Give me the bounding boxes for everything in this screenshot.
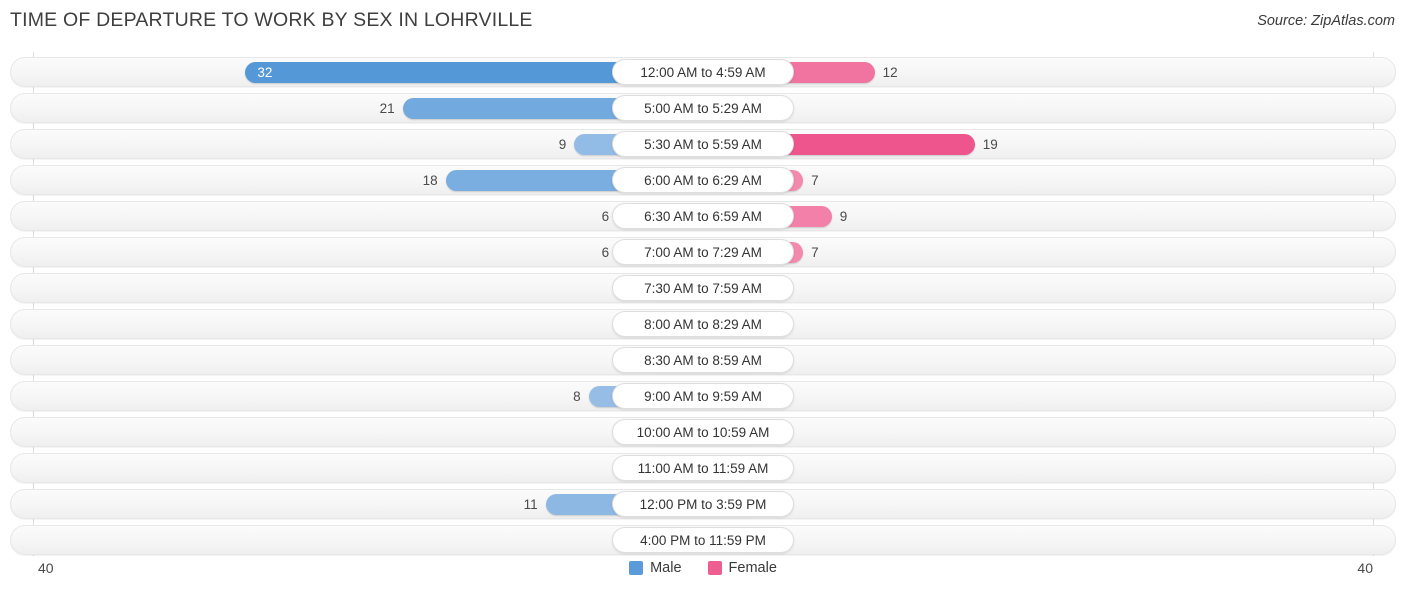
category-label[interactable]: 8:30 AM to 8:59 AM <box>612 347 794 373</box>
chart-container: TIME OF DEPARTURE TO WORK BY SEX IN LOHR… <box>0 0 1406 594</box>
value-label-male: 21 <box>379 101 395 116</box>
category-label[interactable]: 6:00 AM to 6:29 AM <box>612 167 794 193</box>
plot-area: 32 12 12:00 AM to 4:59 AM 2135:00 AM to 5:2… <box>0 52 1406 556</box>
chart-row: 027:30 AM to 7:59 AM <box>0 270 1406 306</box>
legend-item-male[interactable]: Male <box>629 560 682 576</box>
legend-swatch-female <box>707 561 722 575</box>
category-label[interactable]: 11:00 AM to 11:59 AM <box>612 455 794 481</box>
chart-row: 6 7 7:00 AM to 7:29 AM <box>0 234 1406 270</box>
value-label-male: 11 <box>523 497 538 512</box>
page-title: TIME OF DEPARTURE TO WORK BY SEX IN LOHR… <box>10 9 533 31</box>
chart-row: 6 9 6:30 AM to 6:59 AM <box>0 198 1406 234</box>
value-label-female: 9 <box>839 209 848 224</box>
legend-swatch-male <box>629 561 644 575</box>
legend-item-female[interactable]: Female <box>707 560 777 576</box>
category-label[interactable]: 7:00 AM to 7:29 AM <box>612 239 794 265</box>
chart-row: 9 19 5:30 AM to 5:59 AM <box>0 126 1406 162</box>
category-label[interactable]: 5:00 AM to 5:29 AM <box>612 95 794 121</box>
category-label[interactable]: 8:00 AM to 8:29 AM <box>612 311 794 337</box>
value-label-female: 7 <box>811 173 819 188</box>
chart-row: 0211:00 AM to 11:59 AM <box>0 450 1406 486</box>
chart-row: 11412:00 PM to 3:59 PM <box>0 486 1406 522</box>
chart-row: 1010:00 AM to 10:59 AM <box>0 414 1406 450</box>
value-label-female: 12 <box>882 65 898 80</box>
chart-row: 028:30 AM to 8:59 AM <box>0 342 1406 378</box>
category-label[interactable]: 6:30 AM to 6:59 AM <box>612 203 794 229</box>
source-attribution: Source: ZipAtlas.com <box>1257 13 1395 29</box>
chart-row: 809:00 AM to 9:59 AM <box>0 378 1406 414</box>
chart-row: 18 7 6:00 AM to 6:29 AM <box>0 162 1406 198</box>
value-label-female: 7 <box>811 245 819 260</box>
category-label[interactable]: 5:30 AM to 5:59 AM <box>612 131 794 157</box>
category-label[interactable]: 10:00 AM to 10:59 AM <box>612 419 794 445</box>
category-label[interactable]: 9:00 AM to 9:59 AM <box>612 383 794 409</box>
value-label-male: 6 <box>601 245 610 260</box>
value-label-male: 32 <box>257 65 273 80</box>
chart-row: 2135:00 AM to 5:29 AM <box>0 90 1406 126</box>
chart-row: 32 12 12:00 AM to 4:59 AM <box>0 54 1406 90</box>
value-label-female: 19 <box>982 137 998 152</box>
category-label[interactable]: 7:30 AM to 7:59 AM <box>612 275 794 301</box>
value-label-male: 6 <box>601 209 610 224</box>
chart-legend: Male Female <box>0 560 1406 576</box>
value-label-male: 8 <box>573 389 581 404</box>
chart-row: 434:00 PM to 11:59 PM <box>0 522 1406 558</box>
value-label-male: 9 <box>558 137 567 152</box>
category-label[interactable]: 4:00 PM to 11:59 PM <box>612 527 794 553</box>
category-label[interactable]: 12:00 PM to 3:59 PM <box>612 491 794 517</box>
legend-label-female: Female <box>728 560 777 576</box>
chart-row: 008:00 AM to 8:29 AM <box>0 306 1406 342</box>
value-label-male: 18 <box>422 173 438 188</box>
category-label[interactable]: 12:00 AM to 4:59 AM <box>612 59 794 85</box>
legend-label-male: Male <box>650 560 682 576</box>
